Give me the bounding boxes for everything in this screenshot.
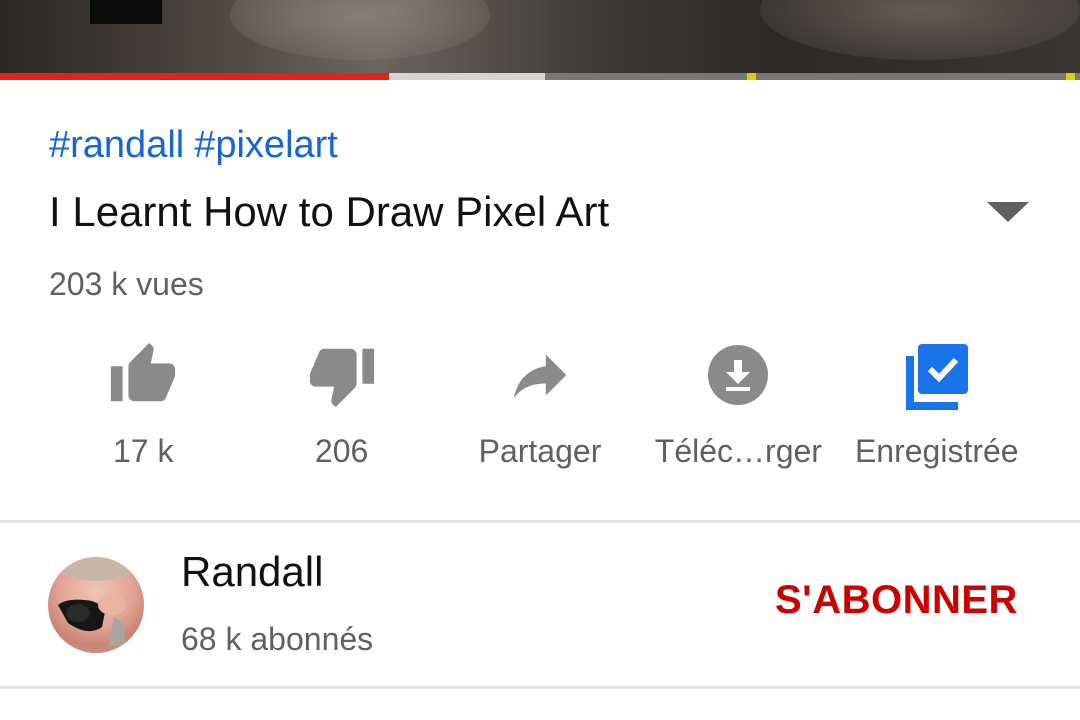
download-icon <box>703 340 773 410</box>
download-button[interactable]: Téléc…rger <box>639 340 837 480</box>
save-label: Enregistrée <box>854 433 1019 469</box>
view-count: 203 k vues <box>49 266 204 302</box>
share-label: Partager <box>478 433 602 469</box>
share-button[interactable]: Partager <box>441 340 639 480</box>
channel-name[interactable]: Randall <box>181 548 323 596</box>
share-icon <box>505 340 575 410</box>
video-time-overlay <box>90 0 162 24</box>
action-bar: 17 k 206 Partager Téléc…rger Enregistrée <box>44 340 1036 480</box>
channel-avatar[interactable] <box>48 557 144 653</box>
video-frame-highlight <box>230 0 490 60</box>
video-frame-highlight <box>760 0 1080 60</box>
divider <box>0 520 1080 523</box>
like-count: 17 k <box>112 433 174 469</box>
video-title[interactable]: I Learnt How to Draw Pixel Art <box>49 188 609 236</box>
saved-playlist-icon <box>902 340 972 410</box>
download-label: Téléc…rger <box>654 433 822 469</box>
dislike-count: 206 <box>314 433 369 469</box>
thumb-down-icon <box>307 340 377 410</box>
thumb-up-icon <box>108 340 178 410</box>
subscribe-button[interactable]: S'ABONNER <box>775 578 1018 623</box>
video-progress-bar[interactable] <box>0 73 1080 80</box>
ad-marker <box>747 73 756 80</box>
hashtag-link[interactable]: #pixelart <box>194 124 338 166</box>
like-button[interactable]: 17 k <box>44 340 242 480</box>
dislike-button[interactable]: 206 <box>242 340 440 480</box>
divider <box>0 686 1080 689</box>
played-bar <box>0 73 389 80</box>
hashtags: #randall #pixelart <box>49 124 348 167</box>
subscriber-count: 68 k abonnés <box>181 621 374 657</box>
ad-marker <box>1065 73 1075 80</box>
hashtag-link[interactable]: #randall <box>49 124 184 166</box>
video-player[interactable] <box>0 0 1080 80</box>
expand-description-icon[interactable] <box>985 198 1031 226</box>
save-button[interactable]: Enregistrée <box>838 340 1036 480</box>
